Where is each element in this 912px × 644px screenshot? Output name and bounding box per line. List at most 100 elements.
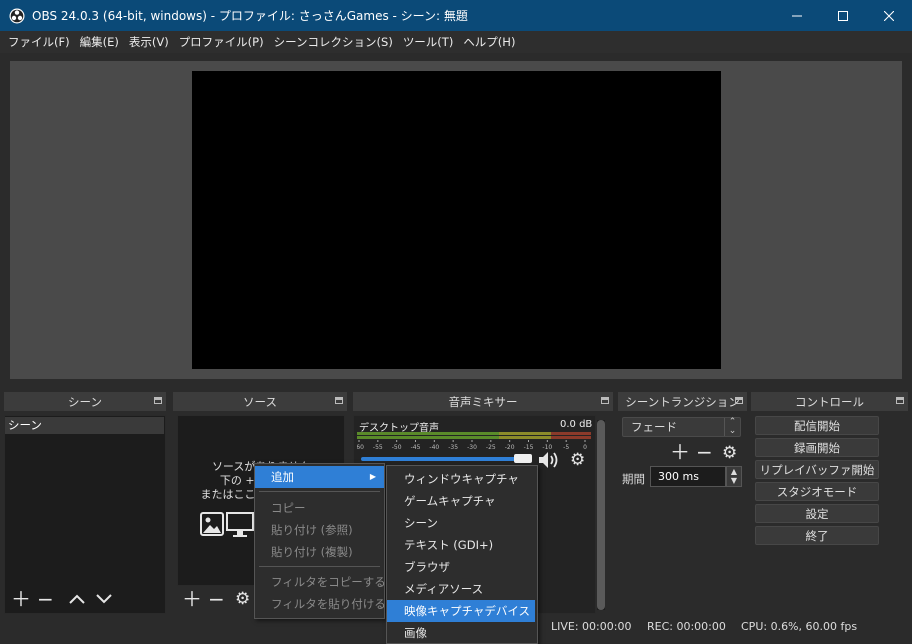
ctx-paste-filters[interactable]: フィルタを貼り付ける <box>255 593 386 615</box>
status-cpu: CPU: 0.6%, 60.00 fps <box>741 620 858 633</box>
transition-select[interactable]: フェード ⌃ ⌄ <box>622 417 741 437</box>
menu-scene-collection[interactable]: シーンコレクション(S) <box>269 34 398 50</box>
minimize-button[interactable] <box>774 0 820 31</box>
move-down-icon[interactable] <box>96 593 112 605</box>
mixer-scrollbar-thumb[interactable] <box>597 420 605 610</box>
preview-area[interactable] <box>10 61 902 379</box>
ctx-separator <box>259 491 380 492</box>
select-arrows-icon: ⌃ ⌄ <box>724 418 740 436</box>
add-video-capture-device[interactable]: 映像キャプチャデバイス <box>387 600 535 622</box>
dock-title-scenes-label: シーン <box>68 394 102 409</box>
duration-label: 期間 <box>622 472 645 486</box>
meter-scale: -60-55-50-45-40-35-30-25-20-15-10-50 <box>357 440 587 450</box>
remove-transition-icon[interactable]: − <box>696 442 713 462</box>
float-dock-icon[interactable] <box>601 397 609 404</box>
start-streaming-button[interactable]: 配信開始 <box>755 416 879 435</box>
obs-logo-icon <box>9 8 25 23</box>
speaker-icon[interactable] <box>538 451 562 469</box>
transition-select-value: フェード <box>631 420 677 434</box>
meter-tick-label: -25 <box>486 444 496 450</box>
meter-tick-label: -50 <box>392 444 402 450</box>
start-recording-button[interactable]: 録画開始 <box>755 438 879 457</box>
remove-scene-icon[interactable]: − <box>37 589 54 609</box>
dock-title-sources-label: ソース <box>243 394 277 409</box>
remove-source-icon[interactable]: − <box>208 589 225 609</box>
dock-title-mixer: 音声ミキサー <box>353 392 613 411</box>
ctx-copy-filters[interactable]: フィルタをコピーする <box>255 571 386 593</box>
status-live: LIVE: 00:00:00 <box>551 620 632 633</box>
title-bar: OBS 24.0.3 (64-bit, windows) - プロファイル: さ… <box>0 0 912 31</box>
audio-meter <box>357 432 591 439</box>
meter-tick-label: -10 <box>542 444 552 450</box>
ctx-separator <box>259 566 380 567</box>
float-dock-icon[interactable] <box>154 397 162 404</box>
meter-tick-label: -15 <box>524 444 534 450</box>
dock-title-controls-label: コントロール <box>795 394 864 409</box>
duration-input[interactable]: 300 ms <box>650 466 726 487</box>
menu-help[interactable]: ヘルプ(H) <box>458 34 520 50</box>
float-dock-icon[interactable] <box>335 397 343 404</box>
start-replay-buffer-button[interactable]: リプレイバッファ開始 <box>755 460 879 479</box>
ctx-paste-ref[interactable]: 貼り付け (参照) <box>255 519 353 541</box>
meter-tick-label: -45 <box>411 444 421 450</box>
menu-profile[interactable]: プロファイル(P) <box>174 34 269 50</box>
source-context-menu: 追加 ▶ コピー 貼り付け (参照) 貼り付け (複製) フィルタをコピーする … <box>254 463 386 619</box>
dock-title-transitions-label: シーントランジション <box>625 394 740 409</box>
ctx-add[interactable]: 追加 ▶ <box>255 466 384 488</box>
move-up-icon[interactable] <box>69 593 85 605</box>
studio-mode-button[interactable]: スタジオモード <box>755 482 879 501</box>
menu-bar: ファイル(F) 編集(E) 表示(V) プロファイル(P) シーンコレクション(… <box>0 31 912 53</box>
add-window-capture[interactable]: ウィンドウキャプチャ <box>387 468 519 490</box>
meter-tick-label: -30 <box>467 444 477 450</box>
ctx-paste-dup[interactable]: 貼り付け (複製) <box>255 541 353 563</box>
scene-list-item[interactable]: シーン <box>5 417 164 434</box>
exit-button[interactable]: 終了 <box>755 526 879 545</box>
float-dock-icon[interactable] <box>735 397 743 404</box>
preview-canvas[interactable] <box>192 71 721 369</box>
dock-title-sources: ソース <box>173 392 347 411</box>
submenu-arrow-icon: ▶ <box>369 472 376 481</box>
add-scene-icon[interactable]: ＋ <box>11 589 31 609</box>
add-text-gdi[interactable]: テキスト (GDI+) <box>387 534 493 556</box>
settings-button[interactable]: 設定 <box>755 504 879 523</box>
menu-tools[interactable]: ツール(T) <box>398 34 459 50</box>
mixer-level-db: 0.0 dB <box>560 419 593 430</box>
mixer-scrollbar-track[interactable] <box>597 420 605 610</box>
monitor-icon <box>226 512 254 537</box>
meter-tick-label: -20 <box>505 444 515 450</box>
dock-title-scenes: シーン <box>4 392 166 411</box>
menu-edit[interactable]: 編集(E) <box>75 34 124 50</box>
add-source-icon[interactable]: ＋ <box>182 589 202 609</box>
meter-tick-label: -35 <box>448 444 458 450</box>
window-title: OBS 24.0.3 (64-bit, windows) - プロファイル: さ… <box>32 9 468 23</box>
float-dock-icon[interactable] <box>896 397 904 404</box>
add-game-capture[interactable]: ゲームキャプチャ <box>387 490 496 512</box>
close-button[interactable] <box>866 0 912 31</box>
dock-title-controls: コントロール <box>751 392 908 411</box>
maximize-icon <box>838 10 848 21</box>
add-media-source[interactable]: メディアソース <box>387 578 483 600</box>
status-rec: REC: 00:00:00 <box>647 620 726 633</box>
transition-properties-gear-icon[interactable]: ⚙ <box>722 443 737 463</box>
add-transition-icon[interactable]: ＋ <box>670 442 690 462</box>
mixer-settings-gear-icon[interactable]: ⚙ <box>570 450 585 470</box>
meter-tick-label: -55 <box>373 444 383 450</box>
add-scene[interactable]: シーン <box>387 512 438 534</box>
maximize-button[interactable] <box>820 0 866 31</box>
add-source-submenu: ウィンドウキャプチャ ゲームキャプチャ シーン テキスト (GDI+) ブラウザ… <box>386 465 538 644</box>
add-browser[interactable]: ブラウザ <box>387 556 450 578</box>
minimize-icon <box>792 15 802 16</box>
dock-title-mixer-label: 音声ミキサー <box>448 394 518 409</box>
menu-file[interactable]: ファイル(F) <box>3 34 75 50</box>
add-image[interactable]: 画像 <box>387 622 427 644</box>
image-icon <box>200 512 224 536</box>
scenes-list[interactable] <box>4 415 166 614</box>
volume-slider-handle[interactable] <box>514 454 532 463</box>
meter-tick-label: -5 <box>563 444 569 450</box>
duration-spinner[interactable]: ▲ ▼ <box>726 466 742 487</box>
volume-slider[interactable] <box>361 457 531 461</box>
menu-view[interactable]: 表示(V) <box>124 34 174 50</box>
source-properties-gear-icon[interactable]: ⚙ <box>235 589 250 609</box>
ctx-copy[interactable]: コピー <box>255 497 306 519</box>
close-icon <box>884 10 894 21</box>
